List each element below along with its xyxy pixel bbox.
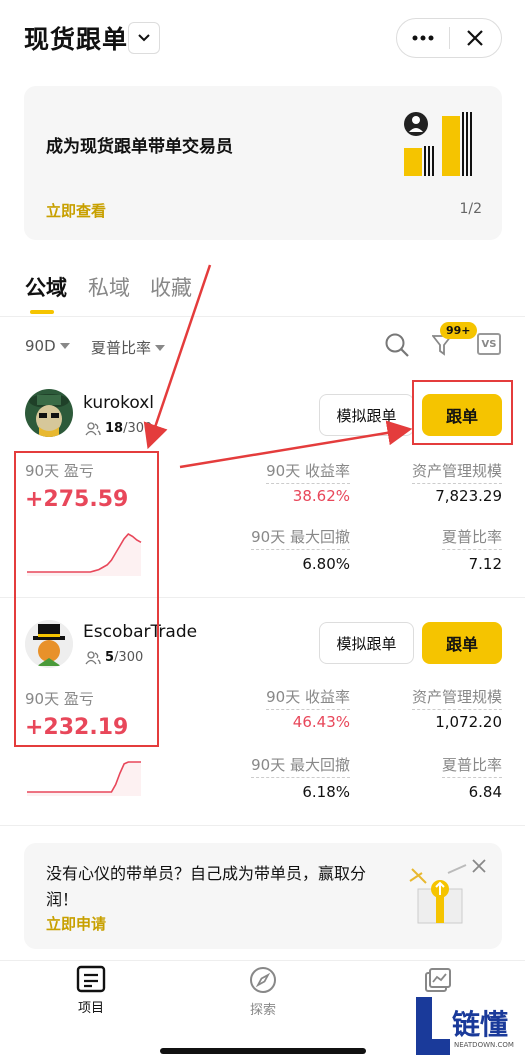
period-filter[interactable]: 90D bbox=[25, 337, 70, 355]
watermark-logo: 链懂 NEATDOWN.COM bbox=[410, 995, 520, 1057]
tab-public[interactable]: 公域 bbox=[25, 272, 67, 302]
follower-count: 18/300 bbox=[85, 421, 152, 436]
mdd-label: 90天 最大回撤 bbox=[251, 526, 350, 550]
sharpe-value: 7.12 bbox=[468, 555, 502, 573]
become-trader-banner[interactable]: 没有心仪的带单员？自己成为带单员，赢取分润！ 立即申请 bbox=[24, 843, 502, 949]
tab-active-indicator bbox=[30, 310, 54, 314]
page-title: 现货跟单 bbox=[24, 25, 129, 54]
aum-value: 7,823.29 bbox=[435, 487, 502, 505]
caret-down-icon bbox=[59, 343, 70, 349]
compass-icon bbox=[250, 967, 276, 993]
pnl-sparkline bbox=[27, 761, 141, 796]
lead-trader-banner[interactable]: 成为现货跟单带单交易员 立即查看 1/2 bbox=[24, 86, 502, 240]
avatar[interactable] bbox=[25, 389, 73, 437]
nav-chart[interactable] bbox=[397, 965, 477, 999]
roi-label: 90天 收益率 bbox=[266, 460, 350, 484]
banner-view-link[interactable]: 立即查看 bbox=[46, 200, 106, 221]
search-icon[interactable] bbox=[384, 332, 410, 358]
home-indicator bbox=[160, 1048, 366, 1054]
mdd-label: 90天 最大回撤 bbox=[251, 754, 350, 778]
roi-value: 46.43% bbox=[292, 713, 350, 731]
users-icon bbox=[85, 421, 101, 435]
close-icon[interactable] bbox=[471, 858, 487, 874]
apply-link[interactable]: 立即申请 bbox=[46, 913, 106, 934]
sharpe-label: 夏普比率 bbox=[441, 526, 502, 550]
aum-label: 资产管理规模 bbox=[411, 460, 502, 484]
banner-pagination: 1/2 bbox=[459, 201, 482, 217]
trader-illustration-icon bbox=[404, 112, 472, 176]
sharpe-value: 6.84 bbox=[468, 783, 502, 801]
more-dots-icon bbox=[412, 35, 434, 41]
compare-vs-button[interactable]: VS bbox=[477, 333, 501, 355]
sharpe-label: 夏普比率 bbox=[441, 754, 502, 778]
close-icon bbox=[467, 30, 484, 46]
chart-icon bbox=[425, 968, 451, 992]
watermark-l-icon bbox=[416, 997, 450, 1055]
simulate-follow-button[interactable]: 模拟跟单 bbox=[319, 394, 414, 436]
sparkline-area bbox=[27, 762, 141, 796]
sort-filter[interactable]: 夏普比率 bbox=[91, 337, 166, 358]
tab-favorites[interactable]: 收藏 bbox=[150, 272, 192, 302]
notification-badge: 99+ bbox=[440, 322, 477, 339]
aum-value: 1,072.20 bbox=[435, 713, 502, 731]
more-button[interactable] bbox=[397, 19, 449, 57]
roi-label: 90天 收益率 bbox=[266, 686, 350, 710]
follow-highlight-box bbox=[412, 380, 513, 445]
mini-program-capsule bbox=[396, 18, 502, 58]
title-dropdown-button[interactable] bbox=[128, 22, 160, 54]
close-button[interactable] bbox=[449, 19, 501, 57]
mdd-value: 6.18% bbox=[302, 783, 350, 801]
caret-down-icon bbox=[155, 344, 166, 351]
trader-avatar-icon bbox=[25, 389, 73, 437]
banner-title: 成为现货跟单带单交易员 bbox=[46, 137, 233, 157]
recruit-text: 没有心仪的带单员？自己成为带单员，赢取分润！ bbox=[46, 864, 367, 909]
aum-label: 资产管理规模 bbox=[411, 686, 502, 710]
pnl-highlight-box bbox=[14, 451, 159, 747]
roi-value: 38.62% bbox=[292, 487, 350, 505]
simulate-follow-button[interactable]: 模拟跟单 bbox=[319, 622, 414, 664]
gift-illustration-icon bbox=[409, 864, 467, 924]
nav-explore[interactable]: 探索 bbox=[223, 965, 303, 1018]
nav-projects[interactable]: 项目 bbox=[51, 965, 131, 1016]
follow-button[interactable]: 跟单 bbox=[422, 622, 502, 664]
mdd-value: 6.80% bbox=[302, 555, 350, 573]
chevron-down-icon bbox=[138, 34, 150, 42]
list-icon bbox=[76, 965, 106, 993]
tab-private[interactable]: 私域 bbox=[88, 272, 130, 302]
trader-name[interactable]: kurokoxl bbox=[83, 393, 154, 413]
